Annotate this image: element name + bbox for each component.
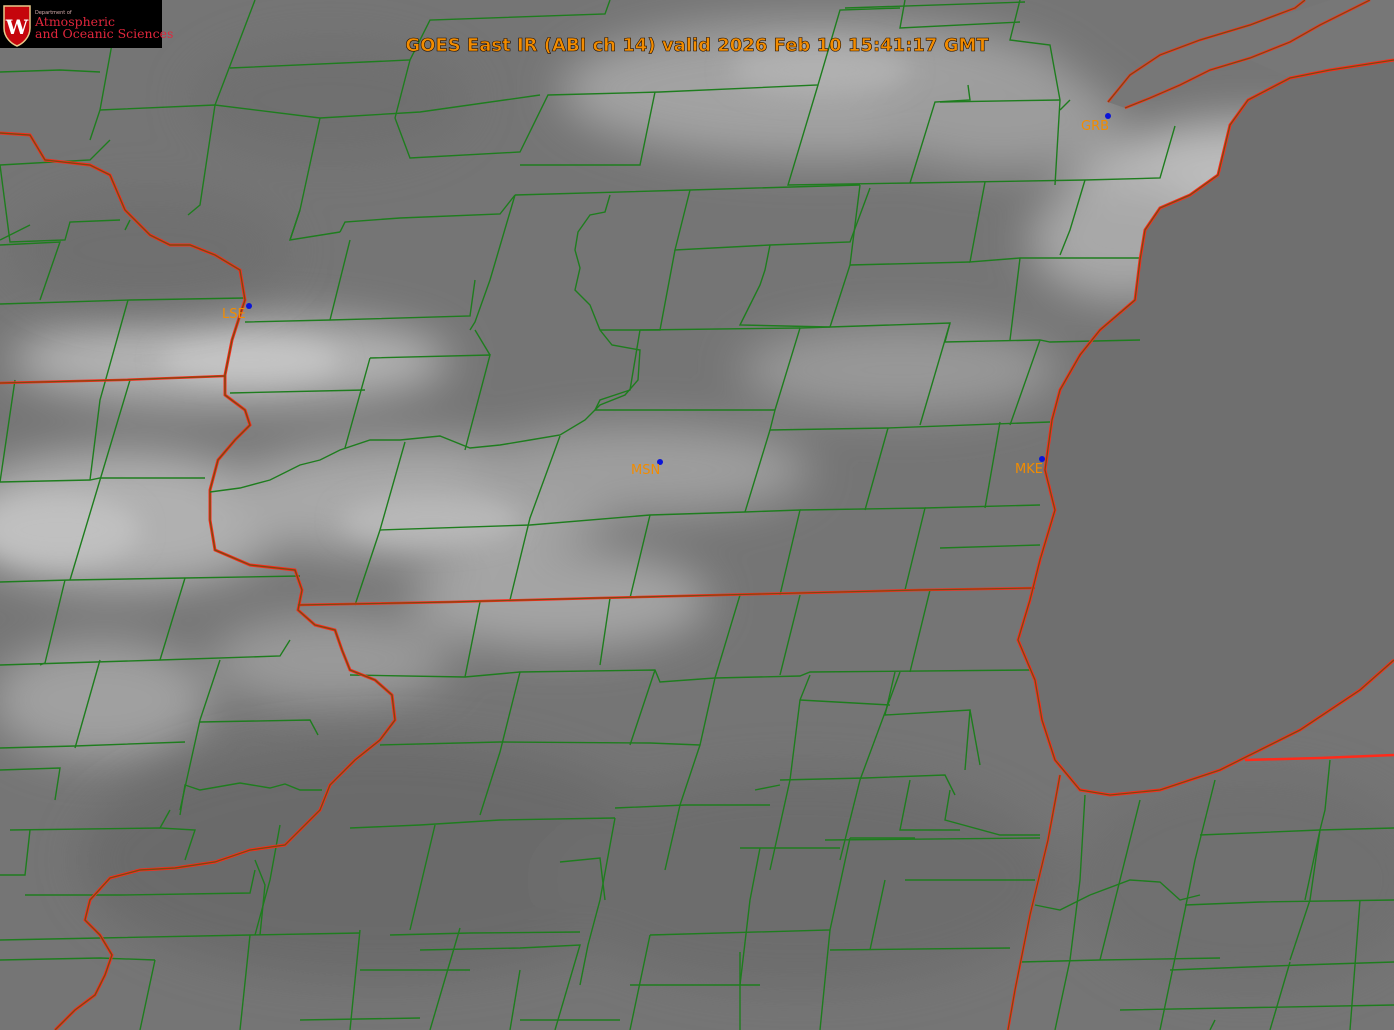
station-label: LSE [222,307,246,322]
station-marker [246,303,252,309]
aos-logo: W Department of Atmospheric and Oceanic … [0,0,173,48]
uw-crest-icon: W [3,5,31,47]
satellite-map: LSE MSN MKE GRB GOES East IR (ABI ch 14)… [0,0,1394,1030]
logo-name-line2: and Oceanic Sciences [35,26,173,41]
station-label: MKE [1015,462,1043,477]
station-label: GRB [1081,119,1109,134]
crest-letter: W [5,15,29,39]
map-title: GOES East IR (ABI ch 14) valid 2026 Feb … [405,35,989,56]
station-label: MSN [631,463,660,478]
